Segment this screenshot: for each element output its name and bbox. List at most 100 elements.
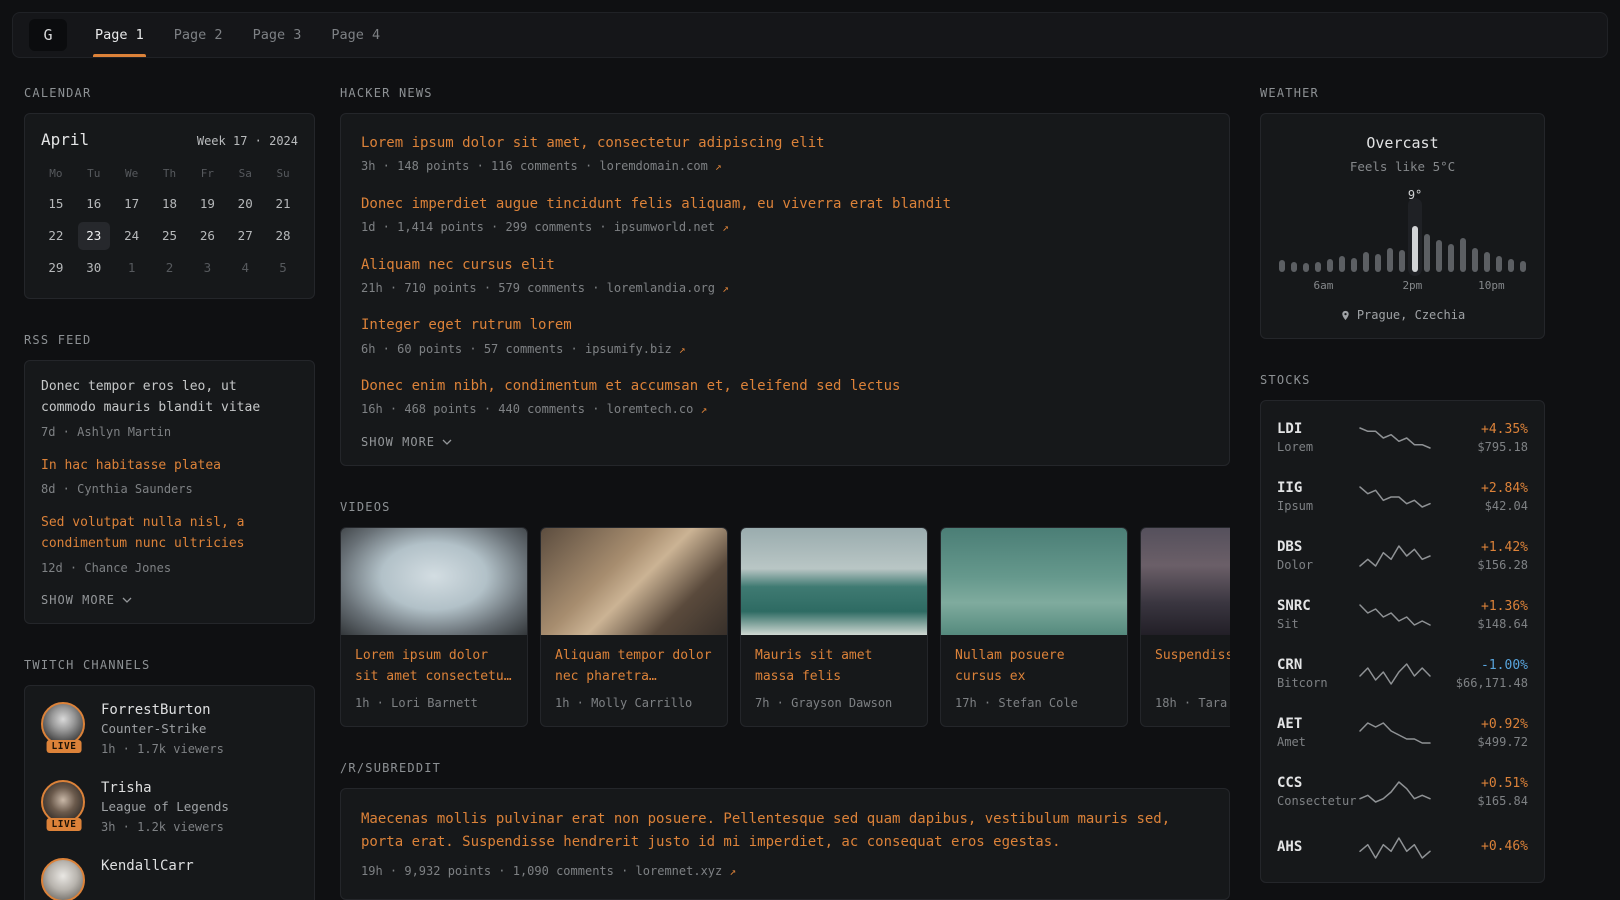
rss-item-title[interactable]: Donec tempor eros leo, ut commodo mauris… xyxy=(41,377,298,419)
stock-id: CRN Bitcorn xyxy=(1277,657,1350,690)
calendar-day[interactable]: 24 xyxy=(116,222,148,250)
stock-row[interactable]: LDI Lorem +4.35% $795.18 xyxy=(1277,408,1528,467)
stock-row[interactable]: CRN Bitcorn -1.00% $66,171.48 xyxy=(1277,644,1528,703)
video-thumbnail[interactable] xyxy=(1141,528,1230,635)
calendar-day[interactable]: 19 xyxy=(191,190,223,218)
calendar-widget: CALENDAR April Week 17 · 2024 MoTuWeThFr… xyxy=(24,86,315,299)
calendar-day[interactable]: 1 xyxy=(116,254,148,282)
rss-item-title[interactable]: Sed volutpat nulla nisl, a condimentum n… xyxy=(41,513,298,555)
hn-meta-text: 21h · 710 points · 579 comments · xyxy=(361,281,599,295)
subreddit-post-meta: 19h · 9,932 points · 1,090 comments · lo… xyxy=(361,862,1209,881)
hn-item-meta: 16h · 468 points · 440 comments · loremt… xyxy=(361,400,1209,419)
calendar-day[interactable]: 25 xyxy=(153,222,185,250)
tab-page-2[interactable]: Page 2 xyxy=(172,13,225,57)
calendar-day[interactable]: 22 xyxy=(40,222,72,250)
video-card[interactable]: Nullam posuere cursus ex 17h · Stefan Co… xyxy=(940,527,1128,727)
video-card[interactable]: Mauris sit amet massa felis 7h · Grayson… xyxy=(740,527,928,727)
page-tabs: Page 1 Page 2 Page 3 Page 4 xyxy=(93,13,382,57)
weather-bar xyxy=(1363,214,1369,272)
stock-values: +0.46% xyxy=(1440,839,1528,857)
video-title[interactable]: Aliquam tempor dolor nec pharetra… xyxy=(555,646,713,688)
rss-item: Sed volutpat nulla nisl, a condimentum n… xyxy=(41,513,298,577)
weather-time-label: 2pm xyxy=(1402,279,1422,292)
calendar-day[interactable]: 3 xyxy=(191,254,223,282)
calendar-day[interactable]: 21 xyxy=(267,190,299,218)
weather-bar xyxy=(1339,214,1345,272)
calendar-day[interactable]: 18 xyxy=(153,190,185,218)
hn-item-domain-link[interactable]: ipsumify.biz ↗ xyxy=(585,342,686,356)
calendar-day[interactable]: 29 xyxy=(40,254,72,282)
hackernews-show-more-button[interactable]: SHOW MORE xyxy=(361,435,1209,449)
external-link-icon: ↗ xyxy=(722,221,729,234)
videos-row: Lorem ipsum dolor sit amet consectetu… 1… xyxy=(340,527,1230,727)
calendar-day[interactable]: 2 xyxy=(153,254,185,282)
calendar-section-title: CALENDAR xyxy=(24,86,315,100)
rss-item-title[interactable]: In hac habitasse platea xyxy=(41,456,298,477)
video-card[interactable]: Aliquam tempor dolor nec pharetra… 1h · … xyxy=(540,527,728,727)
stock-row[interactable]: DBS Dolor +1.42% $156.28 xyxy=(1277,526,1528,585)
hn-domain-text: loremtech.co xyxy=(607,402,694,416)
hn-item-domain-link[interactable]: ipsumworld.net ↗ xyxy=(614,220,729,234)
video-thumbnail[interactable] xyxy=(341,528,527,635)
tab-page-1[interactable]: Page 1 xyxy=(93,13,146,57)
subreddit-domain-link[interactable]: loremnet.xyz ↗ xyxy=(636,864,737,878)
avatar xyxy=(41,858,85,900)
tab-page-3[interactable]: Page 3 xyxy=(251,13,304,57)
video-title[interactable]: Mauris sit amet massa felis xyxy=(755,646,913,688)
videos-widget: VIDEOS Lorem ipsum dolor sit amet consec… xyxy=(340,500,1230,727)
live-badge: LIVE xyxy=(47,740,82,753)
video-thumbnail[interactable] xyxy=(941,528,1127,635)
stock-price: $499.72 xyxy=(1440,735,1528,749)
stock-ticker: CCS xyxy=(1277,775,1350,791)
stock-row[interactable]: AHS +0.46% xyxy=(1277,821,1528,875)
calendar-day[interactable]: 26 xyxy=(191,222,223,250)
hn-item-title[interactable]: Aliquam nec cursus elit xyxy=(361,255,1209,275)
video-thumbnail[interactable] xyxy=(741,528,927,635)
hn-item-title[interactable]: Donec enim nibh, condimentum et accumsan… xyxy=(361,376,1209,396)
video-title[interactable]: Lorem ipsum dolor sit amet consectetu… xyxy=(355,646,513,688)
video-meta: 7h · Grayson Dawson xyxy=(755,694,913,712)
calendar-day[interactable]: 30 xyxy=(78,254,110,282)
stock-sparkline xyxy=(1358,601,1432,629)
twitch-channel[interactable]: KendallCarr xyxy=(41,858,298,900)
calendar-day[interactable]: 20 xyxy=(229,190,261,218)
calendar-day[interactable]: 5 xyxy=(267,254,299,282)
video-card[interactable]: Lorem ipsum dolor sit amet consectetu… 1… xyxy=(340,527,528,727)
calendar-day[interactable]: 27 xyxy=(229,222,261,250)
hn-item-domain-link[interactable]: loremlandia.org ↗ xyxy=(607,281,729,295)
twitch-channel[interactable]: LIVE Trisha League of Legends 3h · 1.2k … xyxy=(41,780,298,836)
subreddit-post-title[interactable]: Maecenas mollis pulvinar erat non posuer… xyxy=(361,808,1209,854)
hn-item-meta: 1d · 1,414 points · 299 comments · ipsum… xyxy=(361,218,1209,237)
video-card[interactable]: Suspendisse diam 18h · Tara xyxy=(1140,527,1230,727)
stock-row[interactable]: CCS Consectetur +0.51% $165.84 xyxy=(1277,762,1528,821)
video-title[interactable]: Nullam posuere cursus ex xyxy=(955,646,1113,688)
weather-time-label: 6am xyxy=(1314,279,1334,292)
calendar-day[interactable]: 28 xyxy=(267,222,299,250)
calendar-day[interactable]: 17 xyxy=(116,190,148,218)
channel-name[interactable]: Trisha xyxy=(101,780,229,796)
twitch-channel[interactable]: LIVE ForrestBurton Counter-Strike 1h · 1… xyxy=(41,702,298,758)
channel-name[interactable]: KendallCarr xyxy=(101,858,194,874)
show-more-label: SHOW MORE xyxy=(41,593,115,607)
video-thumbnail[interactable] xyxy=(541,528,727,635)
calendar-day[interactable]: 15 xyxy=(40,190,72,218)
stock-row[interactable]: SNRC Sit +1.36% $148.64 xyxy=(1277,585,1528,644)
calendar-day[interactable]: 23 xyxy=(78,222,110,250)
hn-item: Aliquam nec cursus elit 21h · 710 points… xyxy=(361,255,1209,298)
hn-item-title[interactable]: Lorem ipsum dolor sit amet, consectetur … xyxy=(361,133,1209,153)
hn-item-domain-link[interactable]: loremdomain.com ↗ xyxy=(599,159,721,173)
video-title[interactable]: Suspendisse diam xyxy=(1155,646,1230,688)
calendar-day[interactable]: 16 xyxy=(78,190,110,218)
stock-row[interactable]: AET Amet +0.92% $499.72 xyxy=(1277,703,1528,762)
calendar-day-headers: MoTuWeThFrSaSu xyxy=(25,163,314,184)
hn-item-title[interactable]: Donec imperdiet augue tincidunt felis al… xyxy=(361,194,1209,214)
weather-bar xyxy=(1448,214,1454,272)
stock-name: Amet xyxy=(1277,735,1350,749)
hn-item-title[interactable]: Integer eget rutrum lorem xyxy=(361,315,1209,335)
hn-item-domain-link[interactable]: loremtech.co ↗ xyxy=(607,402,708,416)
tab-page-4[interactable]: Page 4 xyxy=(329,13,382,57)
rss-show-more-button[interactable]: SHOW MORE xyxy=(41,593,298,607)
channel-name[interactable]: ForrestBurton xyxy=(101,702,224,718)
calendar-day[interactable]: 4 xyxy=(229,254,261,282)
stock-row[interactable]: IIG Ipsum +2.84% $42.04 xyxy=(1277,467,1528,526)
